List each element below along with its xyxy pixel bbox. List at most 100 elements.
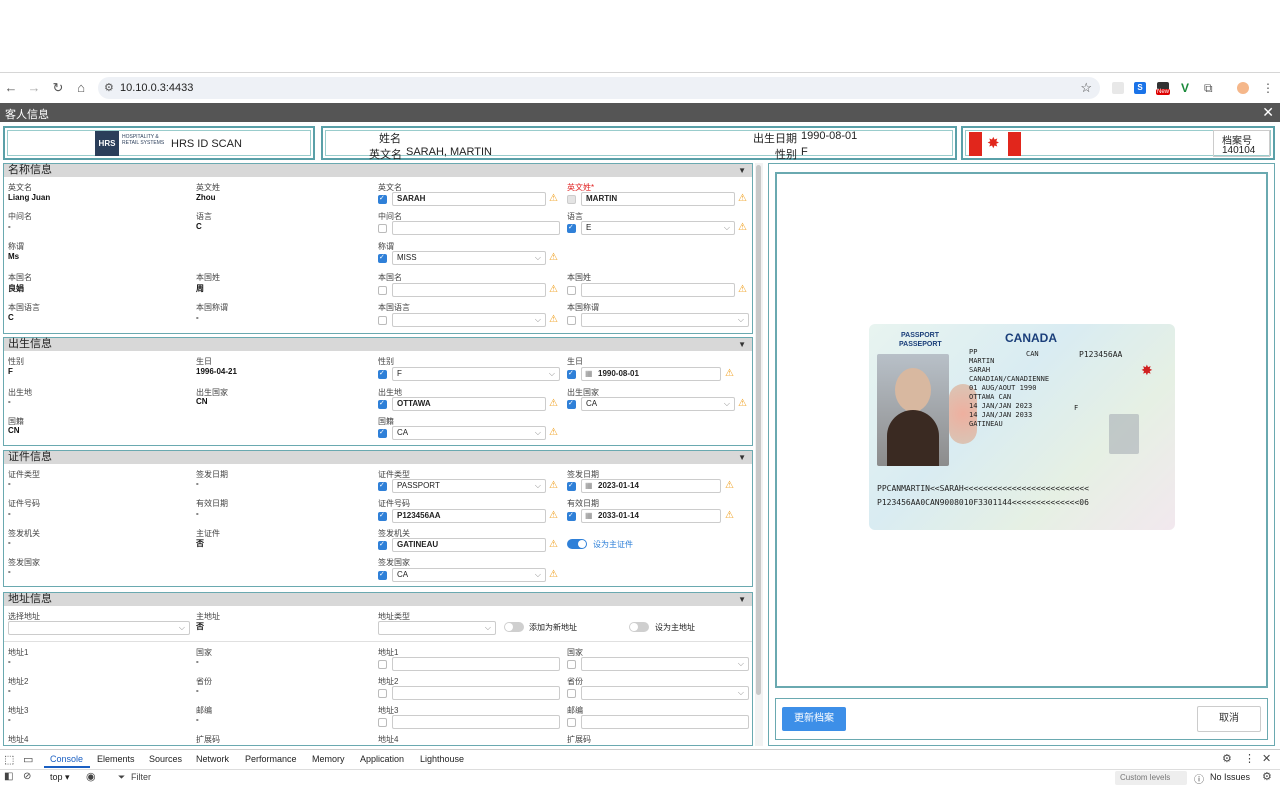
scrollbar-thumb[interactable] [756,165,761,695]
nationality-checkbox[interactable] [378,428,387,438]
authority-checkbox[interactable] [378,540,387,550]
select-address-dropdown[interactable]: ⌵ [8,621,190,635]
addr-country-checkbox[interactable] [567,660,576,669]
address-type-select[interactable]: ⌵ [378,621,496,635]
doc-number-checkbox[interactable] [378,511,387,521]
devtools-menu-icon[interactable]: ⋮ [1244,752,1255,765]
addr1-checkbox[interactable] [378,660,387,669]
extension-icon[interactable] [1112,82,1124,94]
province-checkbox[interactable] [567,689,576,698]
section-header[interactable]: 证件信息 ▼ [4,451,752,464]
expiry-date-checkbox[interactable] [567,511,576,521]
birth-country-select[interactable]: CA ⌵ [581,397,735,411]
collapse-caret-icon[interactable]: ▼ [738,164,746,177]
section-header[interactable]: 出生信息 ▼ [4,338,752,351]
device-toggle-icon[interactable]: ▭ [23,753,33,766]
home-icon[interactable]: ⌂ [74,81,88,95]
title-checkbox[interactable] [378,253,387,263]
doc-number-input[interactable]: P123456AA [392,509,546,523]
set-primary-address-label[interactable]: 设为主地址 [655,622,695,633]
form-scrollbar[interactable] [755,163,763,746]
native-first-input[interactable] [392,283,546,297]
collapse-caret-icon[interactable]: ▼ [738,593,746,606]
addr3-input[interactable] [392,715,560,729]
bookmark-star-icon[interactable]: ☆ [1080,80,1092,96]
middle-name-checkbox[interactable] [378,224,387,233]
collapse-caret-icon[interactable]: ▼ [738,338,746,351]
devtools-tab-elements[interactable]: Elements [97,754,135,764]
zip-checkbox[interactable] [567,718,576,727]
console-settings-icon[interactable]: ⚙ [1262,770,1272,783]
profile-avatar-icon[interactable] [1237,82,1249,94]
vue-extension-icon[interactable]: V [1181,82,1193,94]
site-settings-icon[interactable]: ⚙ [104,81,114,94]
middle-name-input[interactable] [392,221,560,235]
native-first-checkbox[interactable] [378,286,387,295]
addr3-checkbox[interactable] [378,718,387,727]
filter-input[interactable]: Filter [131,772,151,782]
native-title-select[interactable]: ⌵ [581,313,749,327]
devtools-tab-memory[interactable]: Memory [312,754,345,764]
section-header[interactable]: 名称信息 ▼ [4,164,752,177]
dob-date-input[interactable]: ▦ 1990-08-01 [581,367,721,381]
sidebar-toggle-icon[interactable]: ◧ [4,771,13,782]
inspect-element-icon[interactable]: ⬚ [4,753,14,766]
add-new-address-toggle[interactable] [504,622,524,632]
forward-icon[interactable]: → [27,81,41,95]
set-primary-doc-label[interactable]: 设为主证件 [593,539,633,550]
addr-country-select[interactable]: ⌵ [581,657,749,671]
language-checkbox[interactable] [567,223,576,233]
native-lang-select[interactable]: ⌵ [392,313,546,327]
close-icon[interactable]: ✕ [1262,104,1274,121]
gender-checkbox[interactable] [378,369,387,379]
devtools-tab-performance[interactable]: Performance [245,754,297,764]
authority-input[interactable]: GATINEAU [392,538,546,552]
birth-country-checkbox[interactable] [567,399,576,409]
native-last-checkbox[interactable] [567,286,576,295]
address-bar[interactable]: ⚙ 10.10.0.3:4433 ☆ [98,77,1100,99]
en-first-input[interactable]: SARAH [392,192,546,206]
issue-date-checkbox[interactable] [567,481,576,491]
devtools-tab-sources[interactable]: Sources [149,754,182,764]
pob-input[interactable]: OTTAWA [392,397,546,411]
new-extension-icon[interactable]: New [1156,82,1171,95]
en-last-input[interactable]: MARTIN [581,192,735,206]
context-selector[interactable]: top ▾ [50,772,70,783]
native-lang-checkbox[interactable] [378,316,387,325]
devtools-tab-lighthouse[interactable]: Lighthouse [420,754,464,764]
collapse-caret-icon[interactable]: ▼ [738,451,746,464]
devtools-close-icon[interactable]: ✕ [1262,752,1271,765]
cancel-button[interactable]: 取消 [1197,706,1261,732]
menu-kebab-icon[interactable]: ⋮ [1262,82,1274,94]
expiry-date-input[interactable]: ▦ 2033-01-14 [581,509,721,523]
addr1-input[interactable] [392,657,560,671]
devtools-tab-console[interactable]: Console [50,754,83,764]
log-levels-dropdown[interactable]: Custom levels [1115,771,1187,785]
addr2-checkbox[interactable] [378,689,387,698]
eye-icon[interactable]: ◉ [86,770,96,783]
reload-icon[interactable]: ↻ [51,81,65,95]
native-title-checkbox[interactable] [567,316,576,325]
devtools-tab-network[interactable]: Network [196,754,229,764]
issue-date-input[interactable]: ▦ 2023-01-14 [581,479,721,493]
province-select[interactable]: ⌵ [581,686,749,700]
issues-counter[interactable]: No Issues [1210,772,1250,782]
native-last-input[interactable] [581,283,735,297]
issue-country-checkbox[interactable] [378,570,387,580]
doc-type-select[interactable]: PASSPORT ⌵ [392,479,546,493]
issue-country-select[interactable]: CA ⌵ [392,568,546,582]
title-select[interactable]: MISS ⌵ [392,251,546,265]
gender-select[interactable]: F ⌵ [392,367,560,381]
doc-type-checkbox[interactable] [378,481,387,491]
clear-console-icon[interactable]: ⊘ [23,771,31,782]
set-primary-doc-toggle[interactable] [567,539,587,549]
dob-checkbox[interactable] [567,369,576,379]
calendar-icon[interactable]: ▦ [585,480,593,492]
update-profile-button[interactable]: 更新档案 [782,707,846,731]
addr2-input[interactable] [392,686,560,700]
en-first-checkbox[interactable] [378,194,387,204]
pob-checkbox[interactable] [378,399,387,409]
devtools-tab-application[interactable]: Application [360,754,404,764]
add-new-address-label[interactable]: 添加为新地址 [529,622,577,633]
back-icon[interactable]: ← [4,81,18,95]
